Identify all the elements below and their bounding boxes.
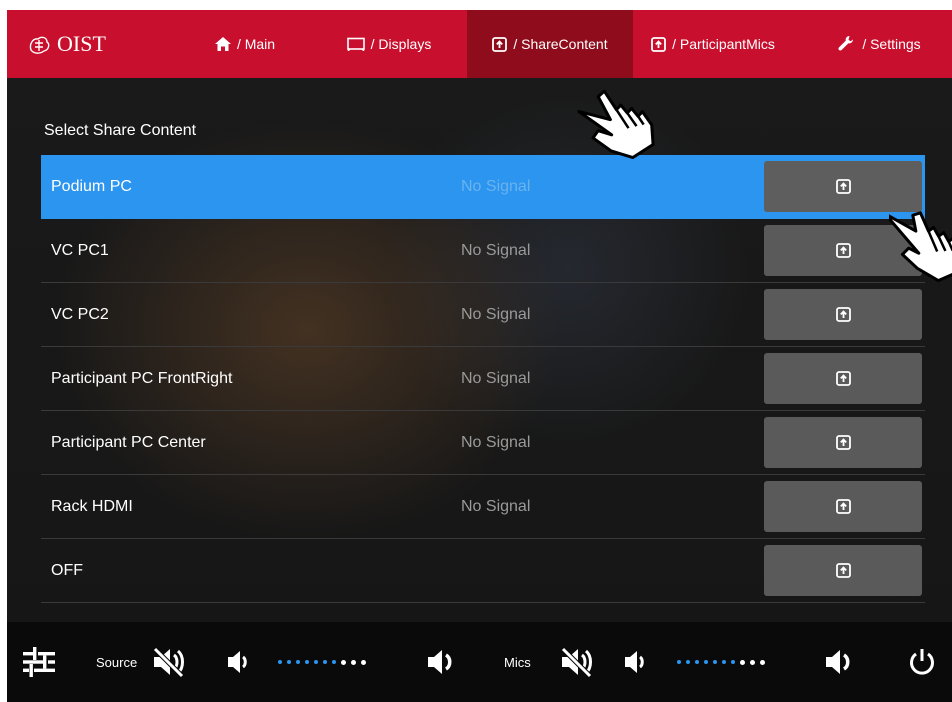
volume-level-dot bbox=[731, 660, 735, 664]
source-name: Rack HDMI bbox=[51, 498, 133, 515]
source-name: VC PC1 bbox=[51, 242, 109, 259]
wrench-icon bbox=[838, 35, 856, 53]
source-row[interactable]: Rack HDMI No Signal bbox=[41, 475, 925, 539]
oist-seal-icon bbox=[29, 36, 50, 54]
volume-level-dot bbox=[287, 660, 291, 664]
share-icon bbox=[835, 179, 851, 194]
pointing-hand-icon bbox=[577, 89, 655, 160]
tab-participantmics[interactable]: / ParticipantMics bbox=[633, 10, 793, 78]
source-name: VC PC2 bbox=[51, 306, 109, 323]
mics-volume-up-button[interactable] bbox=[825, 622, 855, 702]
mics-volume-slider[interactable] bbox=[677, 622, 765, 702]
share-button[interactable] bbox=[764, 481, 922, 532]
mics-volume-group: Mics bbox=[504, 622, 531, 702]
source-name: OFF bbox=[51, 562, 83, 579]
volume-level-dot bbox=[314, 660, 318, 664]
volume-level-dot bbox=[332, 660, 336, 664]
source-row[interactable]: VC PC2 No Signal bbox=[41, 283, 925, 347]
tab-settings[interactable]: / Settings bbox=[817, 10, 942, 78]
logo-text: OIST bbox=[57, 31, 106, 56]
tab-displays-label: / Displays bbox=[370, 36, 432, 52]
source-row[interactable]: Podium PC No Signal bbox=[41, 155, 925, 219]
source-volume-slider[interactable] bbox=[278, 622, 366, 702]
mics-label: Mics bbox=[504, 654, 531, 670]
volume-down-icon bbox=[228, 651, 247, 673]
mixer-sliders-icon bbox=[23, 647, 55, 677]
volume-level-dot bbox=[760, 659, 765, 665]
source-mute-button[interactable] bbox=[151, 622, 187, 702]
home-icon bbox=[214, 37, 231, 51]
volume-level-dot bbox=[278, 660, 282, 664]
oist-logo: OIST bbox=[25, 10, 106, 78]
tab-main-label: / Main bbox=[236, 36, 276, 52]
source-name: Participant PC FrontRight bbox=[51, 370, 233, 387]
source-list: Podium PC No Signal VC PC1 No Signal VC PC2 N… bbox=[41, 155, 925, 603]
power-icon bbox=[910, 649, 934, 675]
tab-sharecontent[interactable]: / ShareContent bbox=[467, 10, 633, 78]
volume-level-dot bbox=[677, 660, 681, 664]
tab-sharecontent-label: / ShareContent bbox=[513, 36, 608, 52]
source-name: Podium PC bbox=[51, 178, 132, 195]
share-button[interactable] bbox=[764, 417, 922, 468]
tab-settings-label: / Settings bbox=[862, 36, 921, 52]
source-status: No Signal bbox=[461, 242, 531, 259]
source-status: No Signal bbox=[461, 178, 531, 195]
source-status: No Signal bbox=[461, 498, 531, 515]
touch-panel-screen: OIST / Main / Displays / ShareContent / bbox=[7, 10, 952, 702]
source-row[interactable]: OFF bbox=[41, 539, 925, 603]
tab-participantmics-label: / ParticipantMics bbox=[672, 36, 775, 52]
volume-level-dot bbox=[722, 660, 726, 664]
source-row[interactable]: Participant PC Center No Signal bbox=[41, 411, 925, 475]
mics-mute-button[interactable] bbox=[559, 622, 595, 702]
tab-main[interactable]: / Main bbox=[195, 10, 295, 78]
tab-displays[interactable]: / Displays bbox=[329, 10, 449, 78]
share-icon bbox=[835, 563, 851, 578]
share-icon bbox=[835, 435, 851, 450]
speaker-muted-icon bbox=[153, 647, 184, 678]
source-volume-up-button[interactable] bbox=[427, 622, 457, 702]
volume-level-dot bbox=[341, 659, 346, 665]
share-icon bbox=[835, 243, 851, 258]
source-volume-down-button[interactable] bbox=[227, 622, 249, 702]
share-button[interactable] bbox=[764, 289, 922, 340]
power-button[interactable] bbox=[907, 622, 937, 702]
volume-level-dot bbox=[296, 660, 300, 664]
source-row[interactable]: Participant PC FrontRight No Signal bbox=[41, 347, 925, 411]
mixer-button[interactable] bbox=[21, 622, 57, 702]
share-icon bbox=[492, 36, 508, 52]
mics-volume-down-button[interactable] bbox=[624, 622, 646, 702]
volume-level-dot bbox=[686, 660, 690, 664]
share-icon bbox=[835, 499, 851, 514]
pointing-hand-icon bbox=[889, 211, 952, 283]
share-icon bbox=[651, 36, 667, 52]
volume-level-dot bbox=[305, 660, 309, 664]
volume-up-icon bbox=[826, 650, 850, 674]
speaker-muted-icon bbox=[561, 647, 592, 678]
volume-level-dot bbox=[704, 660, 708, 664]
share-icon bbox=[835, 371, 851, 386]
volume-level-dot bbox=[323, 660, 327, 664]
source-status: No Signal bbox=[461, 370, 531, 387]
display-icon bbox=[346, 37, 365, 51]
share-button[interactable] bbox=[764, 353, 922, 404]
volume-up-icon bbox=[428, 650, 452, 674]
bottom-bar: Source Mics bbox=[7, 622, 952, 702]
volume-level-dot bbox=[351, 659, 356, 665]
source-row[interactable]: VC PC1 No Signal bbox=[41, 219, 925, 283]
share-button[interactable] bbox=[764, 545, 922, 596]
top-navigation: OIST / Main / Displays / ShareContent / bbox=[7, 10, 952, 78]
volume-level-dot bbox=[750, 659, 755, 665]
share-icon bbox=[835, 307, 851, 322]
source-name: Participant PC Center bbox=[51, 434, 206, 451]
source-status: No Signal bbox=[461, 434, 531, 451]
source-status: No Signal bbox=[461, 306, 531, 323]
source-label: Source bbox=[96, 654, 138, 670]
volume-level-dot bbox=[740, 659, 745, 665]
section-title: Select Share Content bbox=[44, 122, 197, 139]
source-volume-group: Source bbox=[96, 622, 137, 702]
volume-down-icon bbox=[625, 651, 644, 673]
volume-level-dot bbox=[361, 659, 366, 665]
volume-level-dot bbox=[713, 660, 717, 664]
volume-level-dot bbox=[695, 660, 699, 664]
